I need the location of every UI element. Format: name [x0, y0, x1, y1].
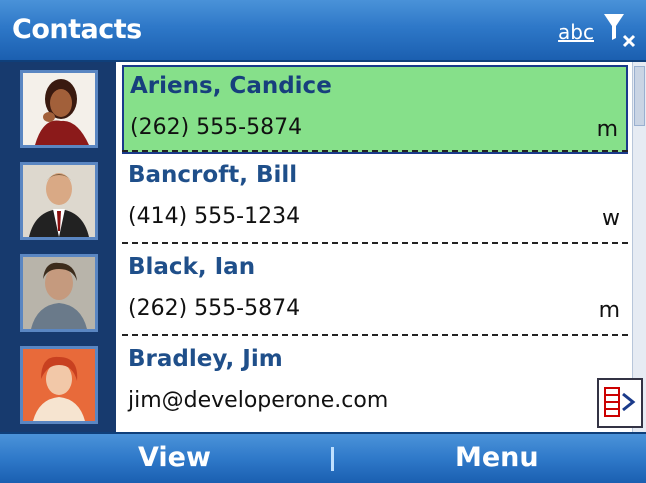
contact-row[interactable]: Bradley, Jim jim@developerone.com	[122, 340, 628, 429]
contact-name: Black, Ian	[128, 254, 256, 280]
menu-softkey[interactable]: Menu	[455, 442, 539, 473]
row-divider	[122, 150, 628, 152]
input-mode-indicator[interactable]: abc	[558, 20, 594, 44]
page-title: Contacts	[12, 14, 142, 45]
row-divider	[122, 334, 628, 336]
filter-clear-icon[interactable]	[602, 10, 638, 50]
contact-row[interactable]: Black, Ian (262) 555-5874 m	[122, 248, 628, 337]
softkey-bar: View Menu	[0, 432, 646, 483]
contact-list: Ariens, Candice (262) 555-5874 m Bancrof…	[116, 62, 632, 432]
contact-row[interactable]: Ariens, Candice (262) 555-5874 m	[122, 65, 628, 154]
scrollbar-thumb[interactable]	[634, 66, 645, 126]
contact-detail: (414) 555-1234	[128, 204, 301, 229]
contact-row[interactable]: Bancroft, Bill (414) 555-1234 w	[122, 156, 628, 245]
contact-detail: jim@developerone.com	[128, 388, 389, 413]
contact-name: Ariens, Candice	[130, 73, 332, 99]
contact-name: Bancroft, Bill	[128, 162, 298, 188]
contact-type: m	[596, 117, 618, 142]
contact-photo-column	[0, 62, 116, 432]
input-panel-icon[interactable]	[597, 378, 643, 428]
contact-photo-avatar	[20, 162, 98, 240]
contact-detail: (262) 555-5874	[128, 296, 301, 321]
contact-photo-avatar	[20, 70, 98, 148]
contact-detail: (262) 555-5874	[130, 115, 303, 140]
contact-name: Bradley, Jim	[128, 346, 283, 372]
contact-photo-avatar	[20, 346, 98, 424]
title-bar: Contacts abc	[0, 0, 646, 62]
contact-type: m	[598, 298, 620, 323]
scrollbar[interactable]	[632, 62, 646, 432]
contact-photo-avatar	[20, 254, 98, 332]
view-softkey[interactable]: View	[138, 442, 211, 473]
softkey-separator	[331, 447, 334, 471]
contact-type: w	[602, 206, 620, 231]
row-divider	[122, 242, 628, 244]
